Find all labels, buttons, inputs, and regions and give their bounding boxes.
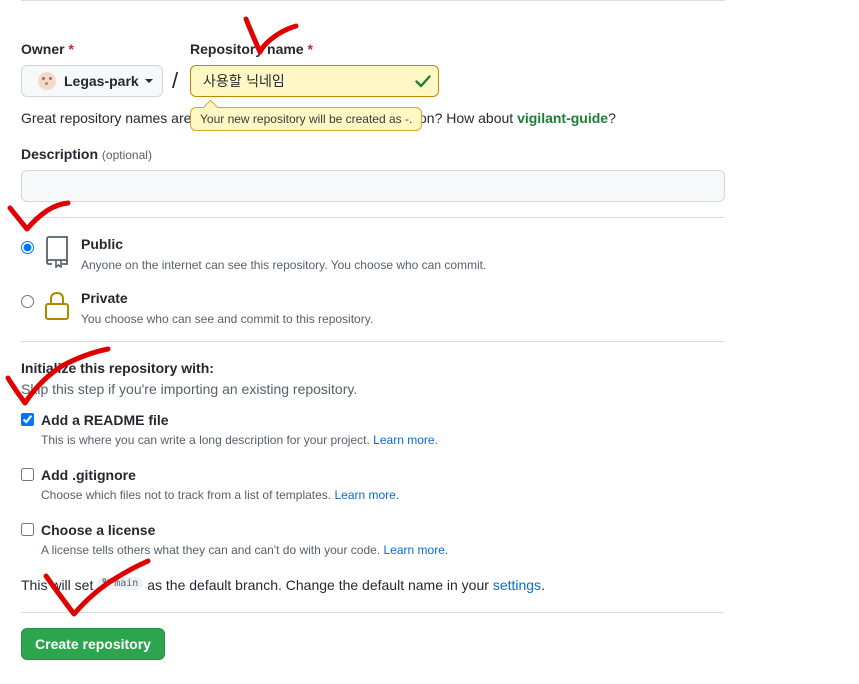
create-repository-button[interactable]: Create repository (21, 628, 165, 660)
owner-repo-separator: / (172, 68, 179, 93)
public-note: Anyone on the internet can see this repo… (81, 258, 487, 272)
license-note-text: A license tells others what they can and… (41, 543, 381, 557)
repository-name-label-text: Repository name (190, 41, 304, 57)
repo-icon (46, 236, 68, 268)
private-title: Private (81, 290, 128, 306)
gitignore-note-text: Choose which files not to track from a l… (41, 488, 332, 502)
suggested-name-link[interactable]: vigilant-guide (517, 110, 608, 126)
tooltip-text: Your new repository will be created as -… (200, 112, 413, 126)
git-branch-icon (102, 578, 111, 589)
owner-name: Legas-park (64, 73, 139, 89)
name-hint: Great repository names are (21, 110, 191, 126)
private-radio[interactable] (21, 295, 34, 308)
owner-label: Owner * (21, 41, 74, 57)
license-title: Choose a license (41, 522, 156, 538)
settings-link[interactable]: settings (493, 577, 541, 593)
readme-checkbox[interactable] (21, 413, 34, 426)
avatar (38, 72, 56, 90)
branch-prefix: This will set (21, 577, 94, 593)
name-hint-end: on? How about vigilant-guide? (419, 110, 616, 126)
repository-required-mark: * (307, 41, 313, 57)
readme-learn-more-link[interactable]: Learn more. (373, 433, 438, 447)
gitignore-title: Add .gitignore (41, 467, 136, 483)
initialize-heading: Initialize this repository with: (21, 360, 214, 376)
description-label-text: Description (21, 146, 99, 162)
check-icon (415, 75, 431, 88)
default-branch-text: This will set main as the default branch… (21, 577, 545, 593)
repository-name-input[interactable] (190, 65, 439, 97)
description-optional-note: (optional) (101, 148, 152, 162)
branch-suffix: . (541, 577, 545, 593)
readme-note: This is where you can write a long descr… (41, 433, 438, 447)
visibility-divider-top (21, 217, 725, 218)
repository-name-tooltip: Your new repository will be created as -… (190, 107, 423, 131)
gitignore-learn-more-link[interactable]: Learn more. (334, 488, 399, 502)
name-hint-prefix: Great repository names are (21, 110, 192, 126)
repository-name-label: Repository name * (190, 41, 313, 57)
license-learn-more-link[interactable]: Learn more. (384, 543, 449, 557)
lock-icon (45, 291, 69, 320)
license-note: A license tells others what they can and… (41, 543, 448, 557)
caret-down-icon (144, 79, 153, 83)
owner-required-mark: * (68, 41, 74, 57)
public-radio[interactable] (21, 241, 34, 254)
annotation-check-mark-visibility (7, 200, 71, 232)
owner-dropdown[interactable]: Legas-park (21, 65, 163, 97)
name-hint-middle: on? How about (419, 110, 514, 126)
private-note: You choose who can see and commit to thi… (81, 312, 374, 326)
readme-title: Add a README file (41, 412, 169, 428)
description-input[interactable] (21, 170, 725, 202)
description-label: Description (optional) (21, 146, 152, 162)
license-checkbox[interactable] (21, 523, 34, 536)
branch-chip: main (97, 577, 144, 590)
initialize-subheading: Skip this step if you're importing an ex… (21, 381, 358, 397)
branch-name: main (114, 578, 139, 589)
readme-note-text: This is where you can write a long descr… (41, 433, 370, 447)
gitignore-note: Choose which files not to track from a l… (41, 488, 399, 502)
name-hint-suffix: ? (608, 110, 616, 126)
public-title: Public (81, 236, 124, 252)
gitignore-checkbox[interactable] (21, 468, 34, 481)
branch-middle: as the default branch. Change the defaul… (147, 577, 489, 593)
footer-divider (21, 612, 725, 613)
owner-label-text: Owner (21, 41, 65, 57)
visibility-divider-bottom (21, 341, 725, 342)
top-divider (21, 0, 725, 1)
